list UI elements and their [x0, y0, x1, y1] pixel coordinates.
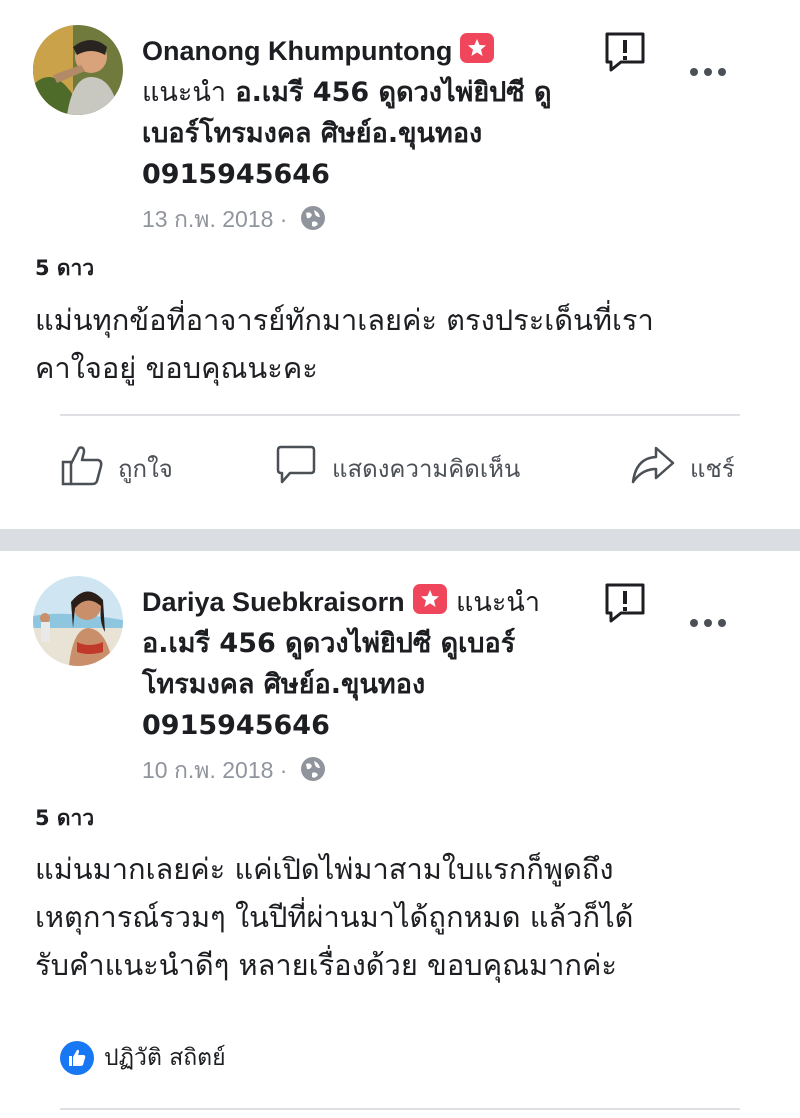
like-button[interactable]: ถูกใจ — [60, 444, 173, 492]
avatar[interactable] — [33, 576, 123, 666]
author-and-recommendation: Dariya Suebkraisorn แนะนำ อ.เมรี 456 ดูด… — [142, 582, 602, 746]
recommend-label: แนะนำ — [142, 77, 226, 108]
public-globe-icon — [300, 756, 326, 788]
review-body: แม่นทุกข้อที่อาจารย์ทักมาเลยค่ะ ตรงประเด… — [35, 296, 775, 392]
post-meta: 10 ก.พ. 2018 · — [142, 753, 326, 789]
review-line: คาใจอยู่ ขอบคุณนะคะ — [35, 351, 318, 385]
author-and-recommendation: Onanong Khumpuntong แนะนำ อ.เมรี 456 ดูด… — [142, 31, 582, 195]
review-line: เหตุการณ์รวมๆ ในปีที่ผ่านมาได้ถูกหมด แล้… — [35, 900, 634, 934]
share-button[interactable]: แชร์ — [630, 444, 735, 492]
review-body: แม่นมากเลยค่ะ แค่เปิดไพ่มาสามใบแรกก็พูดถ… — [35, 845, 775, 989]
page-name-line-1[interactable]: อ.เมรี 456 ดูดวงไพ่ยิปซี ดู — [235, 77, 551, 108]
review-line: แม่นมากเลยค่ะ แค่เปิดไพ่มาสามใบแรกก็พูดถ… — [35, 852, 614, 886]
page-name-line-2[interactable]: โทรมงคล ศิษย์อ.ขุนทอง — [142, 664, 602, 705]
more-options-icon[interactable] — [688, 62, 728, 82]
report-icon[interactable] — [603, 581, 645, 623]
divider — [60, 414, 740, 416]
reaction-summary[interactable]: ปฏิวัติ สถิตย์ — [60, 1040, 226, 1076]
post-date[interactable]: 13 ก.พ. 2018 · — [142, 206, 287, 232]
page-name-line-3[interactable]: 0915945646 — [142, 705, 602, 746]
recommend-label: แนะนำ — [456, 587, 541, 618]
author-name[interactable]: Onanong Khumpuntong — [142, 36, 452, 66]
review-post-2: Dariya Suebkraisorn แนะนำ อ.เมรี 456 ดูด… — [0, 551, 800, 1118]
post-meta: 13 ก.พ. 2018 · — [142, 202, 326, 238]
share-arrow-icon — [630, 444, 676, 492]
author-name[interactable]: Dariya Suebkraisorn — [142, 587, 405, 617]
recommend-badge-icon — [460, 33, 495, 63]
page-name-line-1[interactable]: อ.เมรี 456 ดูดวงไพ่ยิปซี ดูเบอร์ — [142, 623, 602, 664]
rating-label: 5 ดาว — [35, 806, 95, 830]
responder-name[interactable]: ปฏิวัติ สถิตย์ — [104, 1040, 226, 1076]
public-globe-icon — [300, 205, 326, 237]
rating-label: 5 ดาว — [35, 256, 95, 280]
more-options-icon[interactable] — [688, 613, 728, 633]
avatar[interactable] — [33, 25, 123, 115]
post-date[interactable]: 10 ก.พ. 2018 · — [142, 757, 287, 783]
review-line: แม่นทุกข้อที่อาจารย์ทักมาเลยค่ะ ตรงประเด… — [35, 303, 654, 337]
feed-separator — [0, 529, 800, 551]
divider — [60, 1108, 740, 1110]
report-icon[interactable] — [603, 30, 645, 72]
page-name-line-2[interactable]: เบอร์โทรมงคล ศิษย์อ.ขุนทอง — [142, 113, 582, 154]
review-line: รับคำแนะนำดีๆ หลายเรื่องด้วย ขอบคุณมากค่… — [35, 948, 617, 982]
page-name-line-3[interactable]: 0915945646 — [142, 154, 582, 195]
comment-button[interactable]: แสดงความคิดเห็น — [274, 444, 520, 492]
comment-label: แสดงความคิดเห็น — [332, 454, 521, 483]
thumbs-up-icon — [60, 444, 104, 492]
review-post-1: Onanong Khumpuntong แนะนำ อ.เมรี 456 ดูด… — [0, 0, 800, 529]
like-label: ถูกใจ — [118, 454, 173, 483]
comment-icon — [274, 444, 318, 492]
recommend-badge-icon — [412, 584, 447, 614]
thumbs-up-icon — [60, 1041, 94, 1075]
share-label: แชร์ — [690, 454, 735, 483]
